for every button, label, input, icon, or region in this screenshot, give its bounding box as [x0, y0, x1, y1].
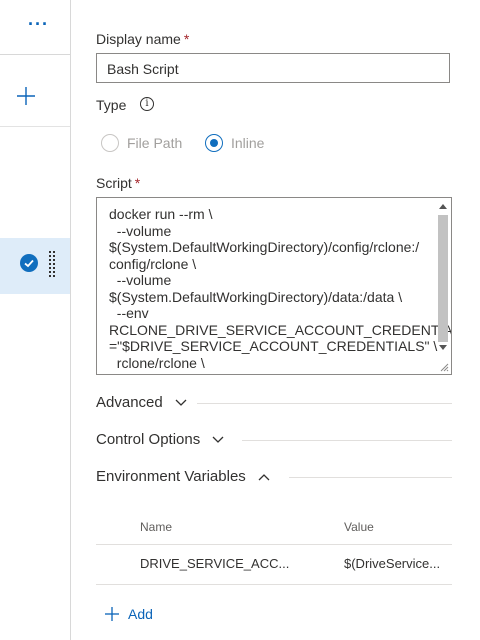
check-circle-icon: [20, 254, 38, 272]
chevron-up-icon: [258, 474, 270, 481]
scroll-up-icon[interactable]: [439, 204, 447, 209]
add-variable-button[interactable]: Add: [104, 602, 153, 626]
section-divider: [289, 477, 452, 478]
table-divider: [96, 584, 452, 585]
script-line: --volume: [109, 222, 172, 239]
chevron-down-icon: [212, 436, 224, 443]
control-options-section-label: Control Options: [96, 431, 201, 448]
display-name-input[interactable]: Bash Script: [96, 53, 450, 83]
info-icon[interactable]: i: [140, 97, 154, 111]
radio-file-path-label[interactable]: File Path: [127, 135, 182, 151]
section-divider: [197, 403, 452, 404]
script-textarea[interactable]: docker run --rm \ --volume $(System.Defau…: [96, 197, 452, 375]
resize-handle-icon[interactable]: [439, 362, 449, 372]
grip-icon[interactable]: [48, 250, 56, 278]
script-line: rclone/rclone \: [109, 354, 205, 371]
more-options-button[interactable]: ···: [28, 14, 49, 34]
task-settings-panel: Display name * Bash Script Type i File Pa…: [71, 0, 480, 640]
script-line: docker run --rm \: [109, 206, 213, 222]
scroll-down-icon[interactable]: [439, 345, 447, 350]
script-scrollbar[interactable]: [436, 199, 450, 355]
control-options-section-toggle[interactable]: Control Options: [96, 431, 224, 448]
environment-variables-section-label: Environment Variables: [96, 468, 246, 485]
display-name-label: Display name *: [96, 31, 190, 47]
scroll-thumb[interactable]: [438, 215, 448, 342]
environment-variables-section-toggle[interactable]: Environment Variables: [96, 468, 270, 485]
divider: [0, 54, 70, 55]
env-var-name[interactable]: DRIVE_SERVICE_ACC...: [140, 556, 315, 571]
script-line: ="$DRIVE_SERVICE_ACCOUNT_CREDENTIALS" \: [109, 338, 438, 354]
column-header-name: Name: [140, 520, 173, 534]
plus-icon[interactable]: [14, 84, 38, 108]
script-line: --volume: [109, 272, 172, 288]
script-content[interactable]: docker run --rm \ --volume $(System.Defau…: [109, 206, 452, 371]
radio-inline-label[interactable]: Inline: [231, 135, 264, 151]
advanced-section-label: Advanced: [96, 394, 163, 411]
type-label: Type: [96, 97, 127, 113]
left-panel: ···: [0, 0, 71, 640]
advanced-section-toggle[interactable]: Advanced: [96, 394, 187, 411]
script-line: $(System.DefaultWorkingDirectory)/data:/…: [109, 288, 403, 305]
script-line: RCLONE_DRIVE_SERVICE_ACCOUNT_CREDENTIALS: [109, 321, 452, 338]
env-var-value[interactable]: $(DriveService...: [344, 556, 454, 571]
plus-icon: [105, 607, 119, 621]
add-variable-label: Add: [128, 606, 153, 622]
script-line: config/rclone \: [109, 255, 197, 272]
script-line: $(System.DefaultWorkingDirectory)/config…: [109, 239, 420, 255]
section-divider: [242, 440, 452, 441]
column-header-value: Value: [344, 520, 374, 534]
table-divider: [96, 544, 452, 545]
script-line: --env: [109, 305, 149, 321]
divider: [0, 126, 70, 127]
script-label: Script *: [96, 175, 141, 191]
radio-file-path[interactable]: [101, 134, 119, 152]
radio-inline[interactable]: [205, 134, 223, 152]
chevron-down-icon: [175, 399, 187, 406]
